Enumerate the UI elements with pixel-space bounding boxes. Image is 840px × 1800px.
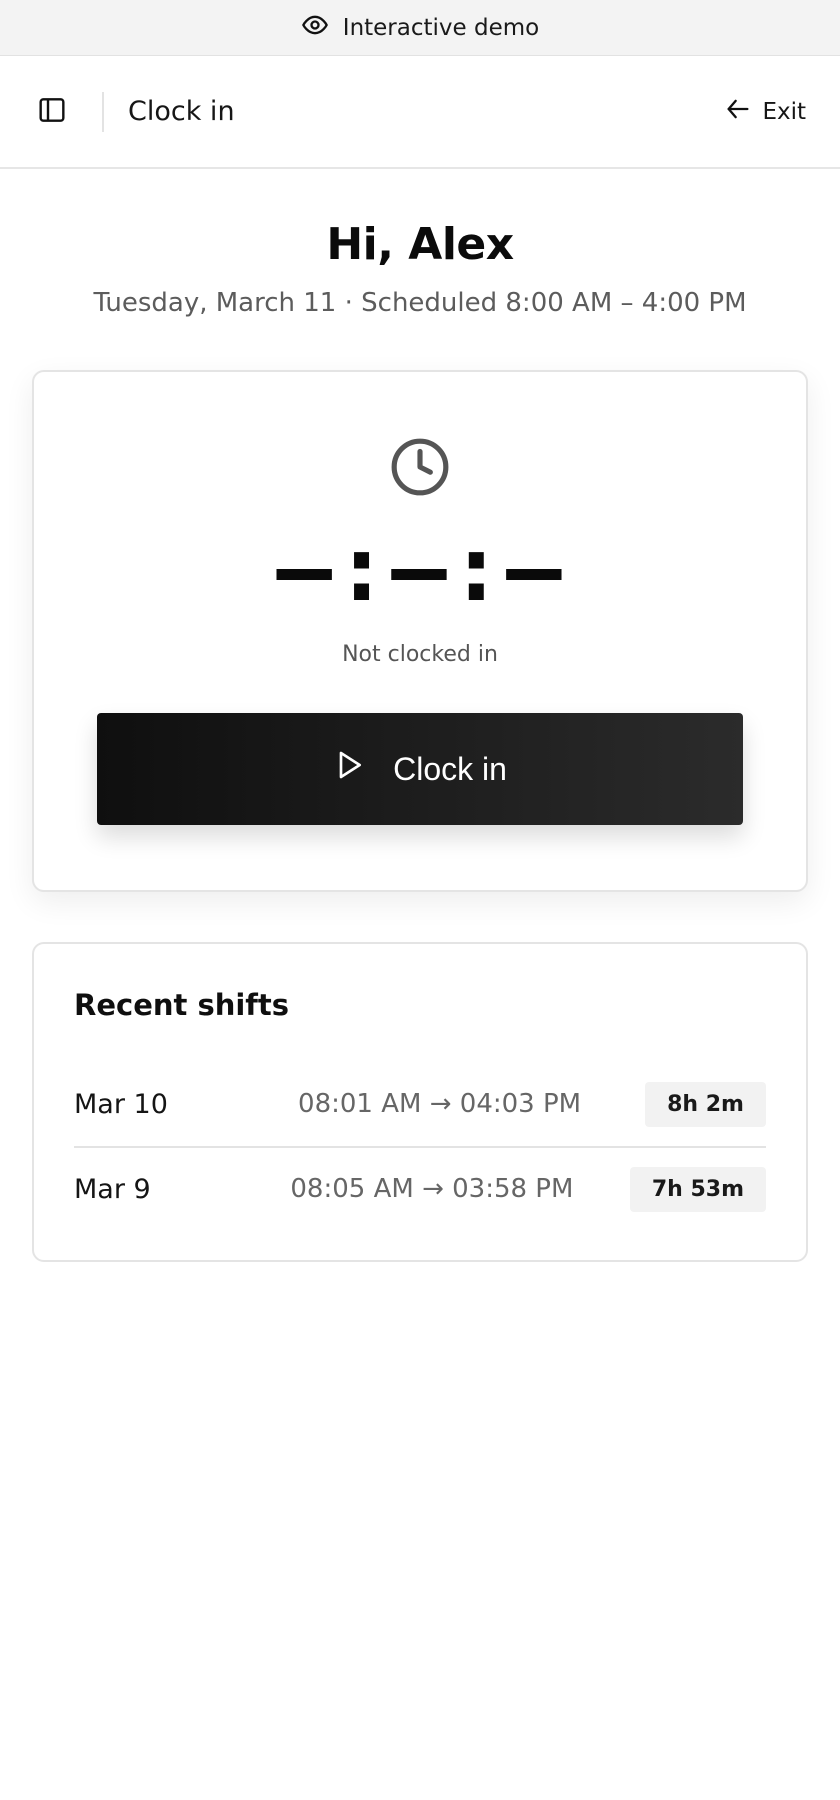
exit-label: Exit bbox=[762, 98, 806, 125]
clock-status: Not clocked in bbox=[342, 642, 498, 667]
play-icon bbox=[333, 749, 365, 789]
sidebar-toggle-button[interactable] bbox=[36, 96, 68, 128]
demo-banner-label: Interactive demo bbox=[342, 14, 540, 41]
topbar-divider bbox=[102, 91, 104, 132]
shift-times: 08:01 AM → 04:03 PM bbox=[298, 1089, 582, 1119]
top-bar: Clock in Exit bbox=[0, 56, 840, 169]
eye-icon bbox=[301, 11, 329, 45]
clock-card: —:—:— Not clocked in Clock in bbox=[32, 370, 808, 892]
demo-banner: Interactive demo bbox=[0, 0, 840, 56]
recent-shifts-title: Recent shifts bbox=[74, 988, 290, 1022]
shift-list: Mar 10 08:01 AM → 04:03 PM 8h 2m Mar 9 0… bbox=[74, 1062, 766, 1230]
arrow-left-icon bbox=[724, 95, 752, 129]
shift-row: Mar 9 08:05 AM → 03:58 PM 7h 53m bbox=[74, 1146, 766, 1230]
shift-row: Mar 10 08:01 AM → 04:03 PM 8h 2m bbox=[74, 1062, 766, 1146]
sidebar-panel-icon bbox=[36, 94, 68, 130]
schedule-subline: Tuesday, March 11 · Scheduled 8:00 AM – … bbox=[93, 288, 747, 318]
greeting-title: Hi, Alex bbox=[326, 219, 514, 270]
shift-duration-badge: 8h 2m bbox=[645, 1081, 766, 1127]
shift-date: Mar 9 bbox=[74, 1173, 151, 1205]
shift-date: Mar 10 bbox=[74, 1088, 168, 1120]
recent-shifts-card: Recent shifts Mar 10 08:01 AM → 04:03 PM… bbox=[32, 942, 808, 1262]
shift-times: 08:05 AM → 03:58 PM bbox=[290, 1174, 574, 1204]
clock-icon bbox=[389, 436, 451, 498]
clock-in-button-label: Clock in bbox=[393, 750, 507, 787]
clock-in-button[interactable]: Clock in bbox=[97, 713, 743, 825]
timer-display: —:—:— bbox=[276, 515, 564, 622]
page-title: Clock in bbox=[128, 96, 235, 127]
shift-duration-badge: 7h 53m bbox=[629, 1166, 766, 1212]
greeting-section: Hi, Alex Tuesday, March 11 · Scheduled 8… bbox=[0, 219, 840, 318]
exit-button[interactable]: Exit bbox=[724, 87, 806, 137]
